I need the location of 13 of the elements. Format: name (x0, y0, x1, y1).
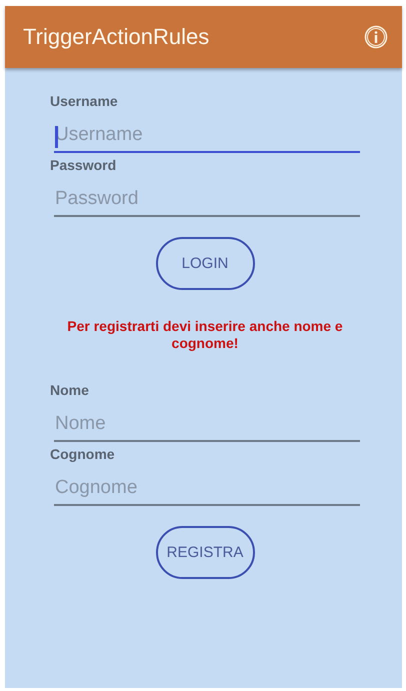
input-field[interactable]: Nome (54, 404, 360, 442)
warning-message: Per registrarti devi inserire anche nome e cognome! (66, 318, 344, 352)
action-button[interactable]: LOGIN (156, 237, 254, 290)
info-icon[interactable] (364, 25, 388, 49)
action-button[interactable]: REGISTRA (156, 526, 254, 579)
field-label: Nome (50, 382, 89, 398)
field-label: Username (50, 93, 118, 109)
text-cursor (55, 126, 58, 148)
input-field[interactable]: Password (54, 179, 360, 217)
input-field[interactable]: Cognome (54, 468, 360, 506)
field-label: Cognome (50, 446, 115, 462)
field-label: Password (50, 157, 116, 173)
app-title: TriggerActionRules (23, 24, 210, 50)
